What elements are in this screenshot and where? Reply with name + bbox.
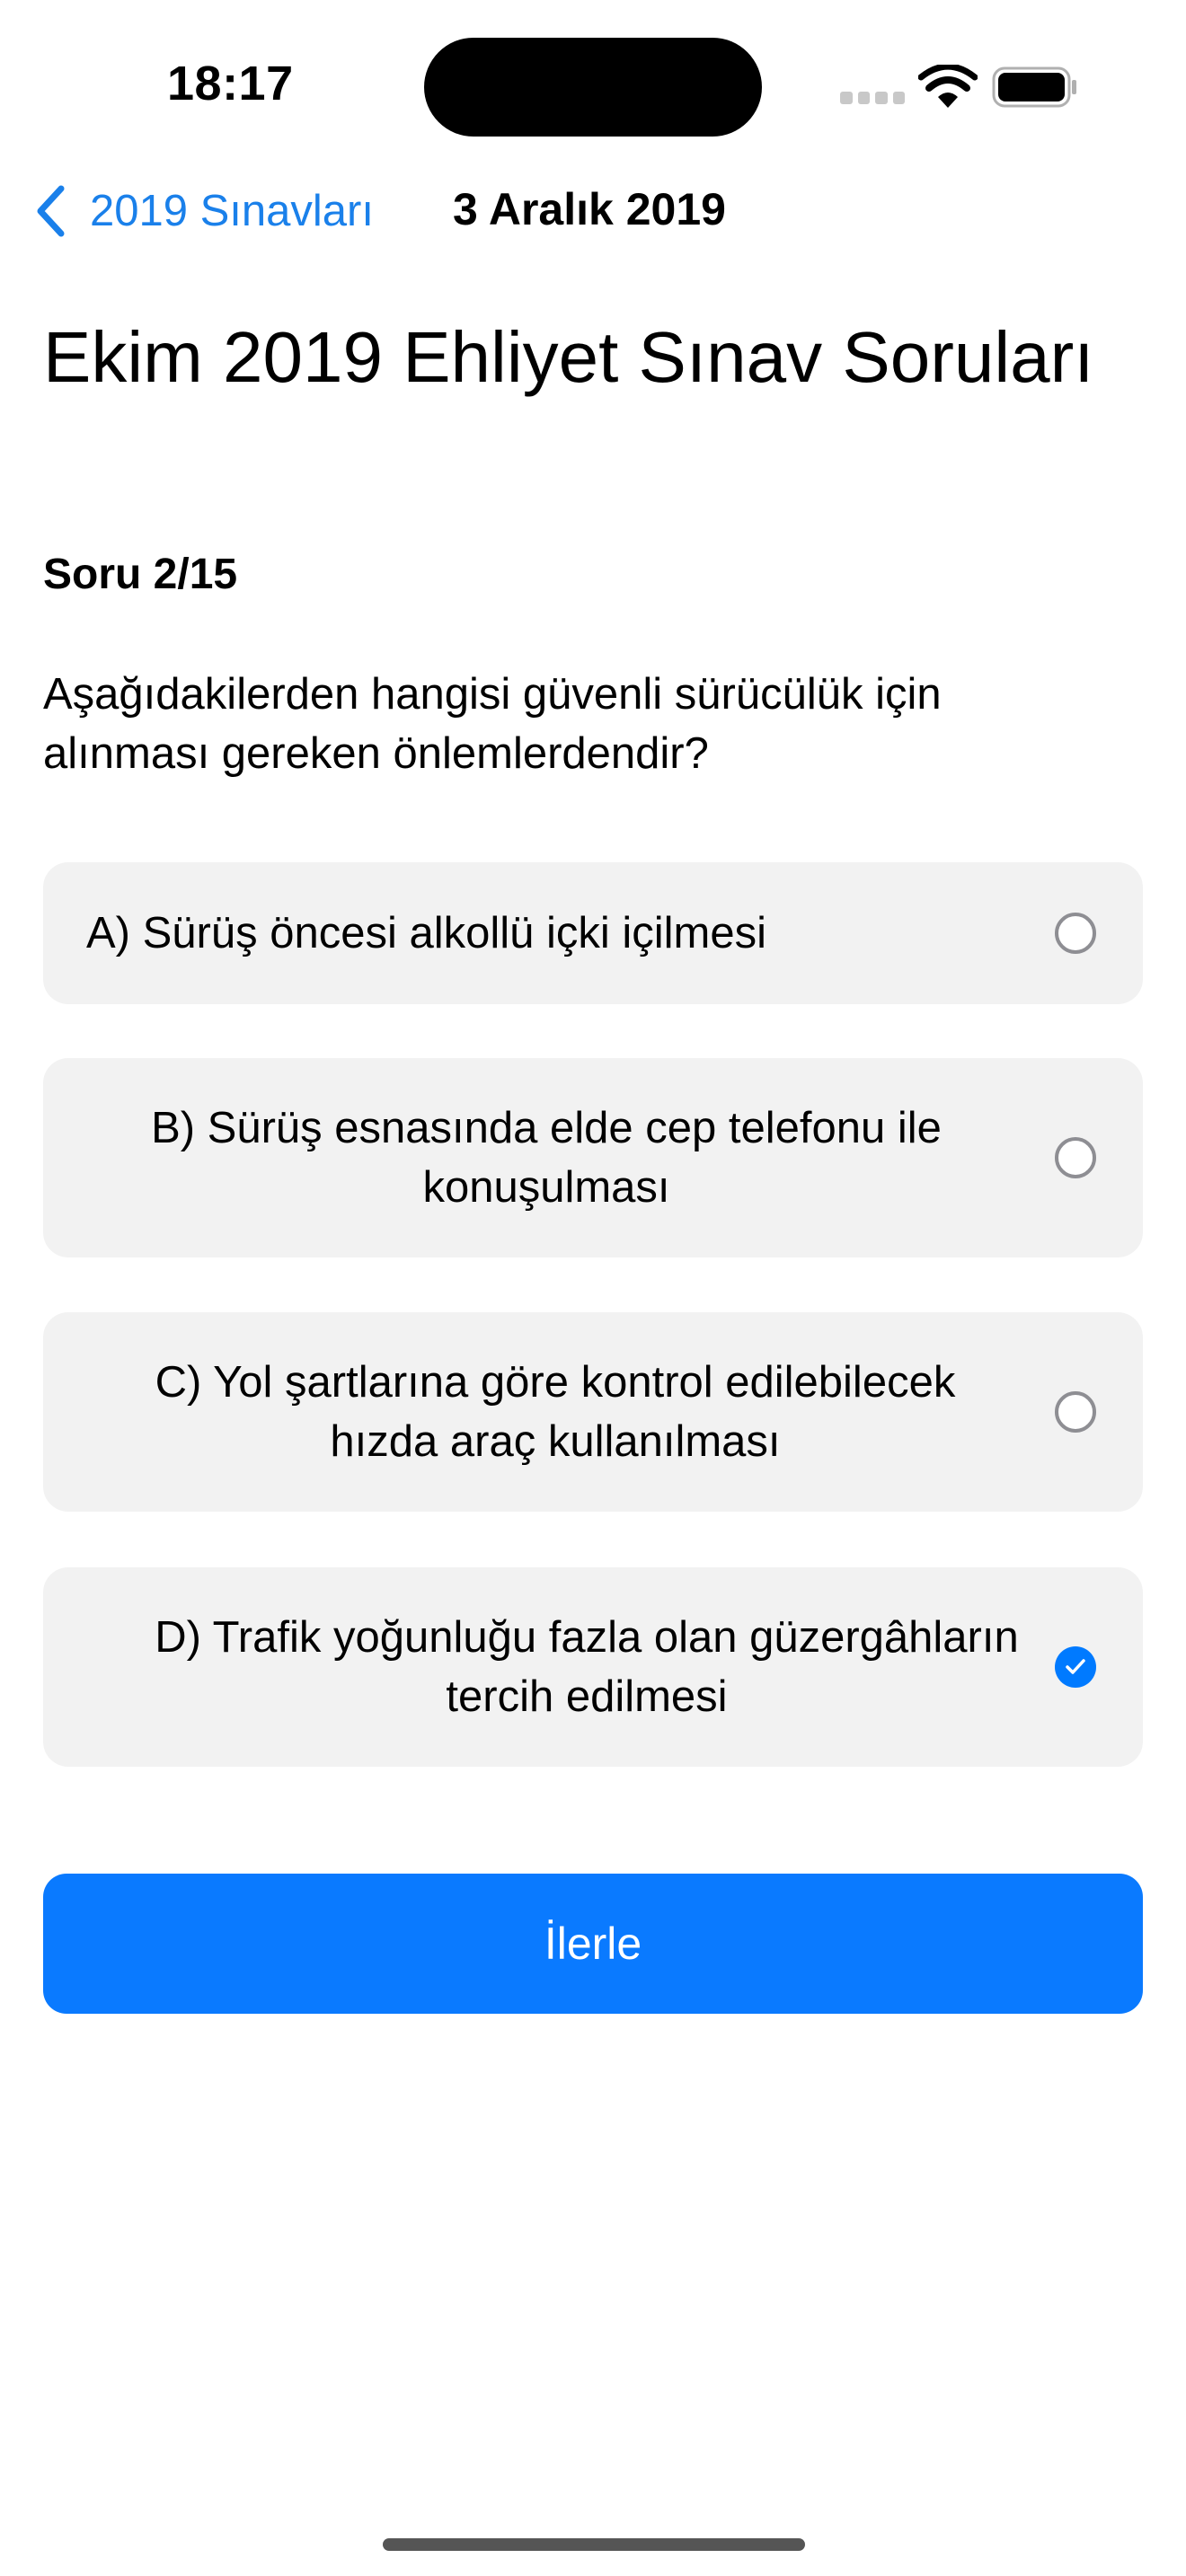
- next-button[interactable]: İlerle: [43, 1874, 1143, 2014]
- signal-icon: [840, 92, 905, 104]
- option-c[interactable]: C) Yol şartlarına göre kontrol edilebile…: [43, 1312, 1143, 1512]
- page-title: Ekim 2019 Ehliyet Sınav Soruları: [43, 317, 1094, 397]
- question-counter: Soru 2/15: [43, 551, 238, 598]
- option-a-label: A) Sürüş öncesi alkollü içki içilmesi: [86, 909, 767, 957]
- question-text: Aşağıdakilerden hangisi güvenli sürücülü…: [43, 670, 942, 778]
- checkmark-icon: [1066, 1659, 1085, 1674]
- back-button-label: 2019 Sınavları: [90, 187, 374, 235]
- dynamic-island: [424, 38, 762, 137]
- option-d-label: D) Trafik yoğunluğu fazla olan güzergâhl…: [155, 1613, 1019, 1721]
- radio-unchecked-icon[interactable]: [1055, 1137, 1096, 1178]
- battery-icon: [992, 66, 1076, 108]
- option-b-label: B) Sürüş esnasında elde cep telefonu ile…: [151, 1104, 942, 1212]
- radio-unchecked-icon[interactable]: [1055, 1391, 1096, 1433]
- option-d[interactable]: D) Trafik yoğunluğu fazla olan güzergâhl…: [43, 1567, 1143, 1767]
- option-b[interactable]: B) Sürüş esnasında elde cep telefonu ile…: [43, 1058, 1143, 1257]
- option-c-label: C) Yol şartlarına göre kontrol edilebile…: [155, 1358, 956, 1466]
- back-button[interactable]: 2019 Sınavları: [32, 180, 374, 243]
- nav-title: 3 Aralık 2019: [453, 184, 726, 234]
- home-indicator[interactable]: [383, 2538, 805, 2551]
- radio-unchecked-icon[interactable]: [1055, 913, 1096, 954]
- radio-checked-icon[interactable]: [1055, 1646, 1096, 1688]
- status-time: 18:17: [167, 57, 294, 110]
- chevron-left-icon: [37, 185, 65, 237]
- option-a[interactable]: A) Sürüş öncesi alkollü içki içilmesi: [43, 862, 1143, 1004]
- wifi-icon: [918, 65, 978, 108]
